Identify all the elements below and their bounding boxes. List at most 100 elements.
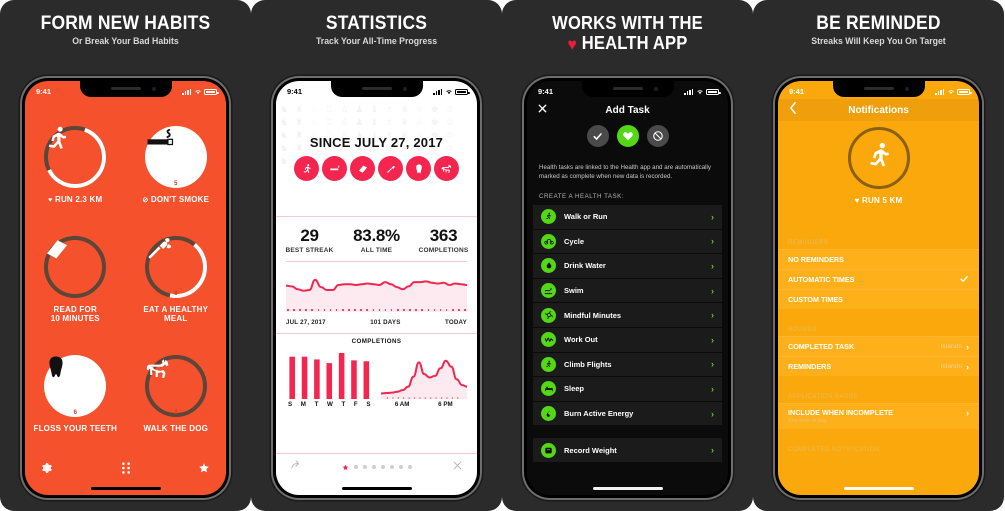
weekday-label: T xyxy=(341,401,346,408)
list-item[interactable]: Climb Flights › xyxy=(533,352,722,378)
habit-ring[interactable]: 2 xyxy=(143,353,209,419)
secondary-charts: S M T W T F S 6 AM 6 PM xyxy=(286,349,467,415)
grid-icon[interactable] xyxy=(120,461,132,480)
habit-ring xyxy=(847,127,910,189)
weekday-label: W xyxy=(327,401,333,408)
hour-label: 6 PM xyxy=(438,401,453,408)
stat-label: BEST STREAK xyxy=(285,247,334,254)
star-icon[interactable] xyxy=(342,458,349,476)
stat-label: ALL TIME xyxy=(360,247,393,254)
workout-icon xyxy=(541,332,556,348)
battery-icon xyxy=(706,89,721,95)
close-icon[interactable] xyxy=(537,101,548,119)
list-item[interactable]: Walk or Run › xyxy=(533,205,722,230)
habit-ring[interactable] xyxy=(42,124,108,190)
habit-ring[interactable]: 6 xyxy=(42,353,108,419)
list-item[interactable]: Record Weight › xyxy=(533,438,722,463)
settings-row[interactable]: CUSTOM TIMES xyxy=(778,289,979,309)
navbar-title: Notifications xyxy=(848,104,909,116)
health-description: Health tasks are linked to the Health ap… xyxy=(539,164,711,180)
stat-best-streak: 29 BEST STREAK xyxy=(276,226,343,254)
habit-ring[interactable]: 5 xyxy=(143,124,209,190)
scale-icon xyxy=(541,442,556,458)
list-item[interactable]: Work Out › xyxy=(533,327,722,353)
habit-label: WALK THE DOG xyxy=(143,424,209,434)
habit-label: FLOSS YOUR TEETH xyxy=(33,424,117,434)
settings-row[interactable]: COMPLETED TASK Islands › xyxy=(778,336,979,356)
habit-count: 2 xyxy=(174,410,178,417)
notification-settings-list: REMINDERS NO REMINDERS AUTOMATIC TIMES C… xyxy=(778,233,979,495)
chevron-left-icon[interactable] xyxy=(788,101,798,120)
chevron-right-icon: › xyxy=(711,334,714,345)
settings-row-label: COMPLETED TASK xyxy=(788,342,855,351)
settings-row-value: Islands xyxy=(940,343,962,350)
app-store-screenshot-row: FORM NEW HABITS Or Break Your Bad Habits… xyxy=(0,0,1005,511)
habit-card[interactable]: READ FOR 10 MINUTES xyxy=(25,222,126,337)
habit-card[interactable]: 5 ⊘ DON'T SMOKE xyxy=(126,107,227,222)
completions-section-label: COMPLETIONS xyxy=(276,333,477,345)
habit-card[interactable]: ♥ RUN 2.3 KM xyxy=(25,107,126,222)
settings-row[interactable]: INCLUDE WHEN INCOMPLETE Any time of day … xyxy=(778,403,979,429)
settings-row[interactable]: AUTOMATIC TIMES xyxy=(778,269,979,289)
weekday-bar-chart: S M T W T F S xyxy=(286,349,373,415)
chip-book-icon[interactable] xyxy=(350,156,375,181)
page-dots[interactable] xyxy=(342,458,412,476)
bed-icon xyxy=(541,381,556,397)
no-entry-icon: ⊘ xyxy=(142,196,149,204)
wifi-icon xyxy=(696,90,703,95)
star-icon[interactable] xyxy=(198,461,210,479)
chip-runner-icon[interactable] xyxy=(294,156,319,181)
habit-ring[interactable] xyxy=(42,234,108,300)
settings-row-label: REMINDERS xyxy=(788,362,832,371)
panel2-title: STATISTICS xyxy=(325,13,428,34)
chevron-right-icon: › xyxy=(711,236,714,247)
list-item[interactable]: Drink Water › xyxy=(533,254,722,279)
mode-health-button[interactable] xyxy=(616,125,639,147)
signal-icon xyxy=(182,88,191,95)
chip-tooth-icon[interactable] xyxy=(406,156,431,181)
list-item[interactable]: Sleep › xyxy=(533,377,722,402)
gear-icon[interactable] xyxy=(41,461,53,479)
section-header: REMINDERS xyxy=(788,240,829,246)
battery-icon xyxy=(957,89,972,95)
panel2-subtitle: Track Your All-Time Progress xyxy=(315,36,438,47)
list-item[interactable]: Swim › xyxy=(533,278,722,304)
chip-cigarette-icon[interactable] xyxy=(322,156,347,181)
habit-label: READ FOR 10 MINUTES xyxy=(50,304,100,324)
walk-icon xyxy=(541,209,556,225)
share-icon[interactable] xyxy=(290,458,302,476)
list-item[interactable]: Cycle › xyxy=(533,229,722,255)
notifications-screen: 9:41 Notifications ♥ RUN 5 KM REMINDERS … xyxy=(778,81,979,495)
chevron-right-icon: › xyxy=(711,211,714,222)
wifi-icon xyxy=(947,90,954,95)
phone-mockup-3: 9:41 Add Task Health tasks are linked to… xyxy=(524,78,731,498)
chart-svg xyxy=(289,353,370,399)
chevron-right-icon: › xyxy=(711,445,714,456)
list-item-label: Drink Water xyxy=(564,261,606,271)
chip-dog-icon[interactable] xyxy=(434,156,459,181)
habit-card[interactable]: 8 EAT A HEALTHY MEAL xyxy=(126,222,227,337)
list-item-label: Swim xyxy=(564,286,584,296)
list-item[interactable]: Burn Active Energy › xyxy=(533,401,722,427)
home-indicator xyxy=(843,486,914,490)
phone-mockup-4: 9:41 Notifications ♥ RUN 5 KM REMINDERS … xyxy=(775,78,982,498)
navbar: Notifications xyxy=(778,99,979,121)
chevron-right-icon: › xyxy=(711,359,714,370)
habit-card[interactable]: 6 FLOSS YOUR TEETH xyxy=(25,336,126,451)
close-icon[interactable] xyxy=(452,458,463,476)
weekday-label: T xyxy=(314,401,319,408)
battery-icon xyxy=(455,89,470,95)
health-task-list: Walk or Run › Cycle › Drink Water › Swim › M… xyxy=(533,205,722,495)
habits-toolbar xyxy=(25,457,226,483)
list-item[interactable]: Mindful Minutes › xyxy=(533,303,722,328)
habit-label: ♥ RUN 2.3 KM xyxy=(48,194,103,204)
stairs-icon xyxy=(541,356,556,372)
habit-card[interactable]: 2 WALK THE DOG xyxy=(126,336,227,451)
habit-count: 8 xyxy=(174,290,178,297)
settings-row[interactable]: NO REMINDERS xyxy=(778,249,979,269)
settings-row[interactable]: REMINDERS Islands › xyxy=(778,356,979,376)
habit-ring[interactable]: 8 xyxy=(143,234,209,300)
mode-block-button[interactable] xyxy=(646,125,669,147)
chip-carrot-icon[interactable] xyxy=(378,156,403,181)
mode-check-button[interactable] xyxy=(586,125,609,147)
